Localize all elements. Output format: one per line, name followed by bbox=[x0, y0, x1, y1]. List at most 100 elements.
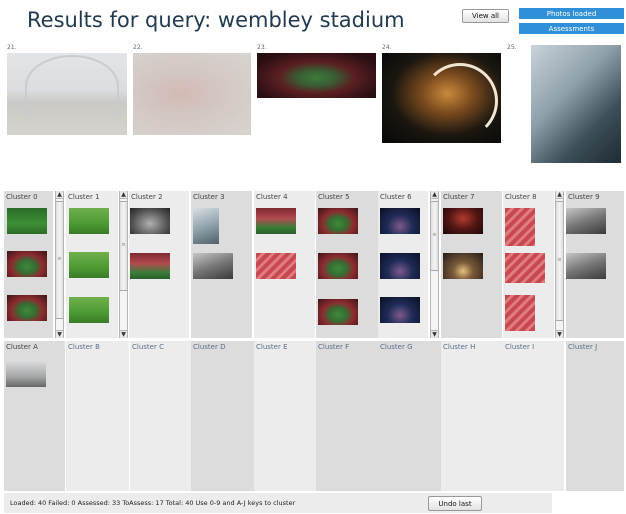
scroll-thumb[interactable]: ≡ bbox=[56, 201, 63, 319]
cluster-7[interactable]: Cluster 7 bbox=[441, 191, 502, 338]
page-title: Results for query: wembley stadium bbox=[27, 8, 405, 32]
cluster-photo[interactable] bbox=[7, 295, 47, 321]
cluster-label: Cluster G bbox=[380, 343, 413, 351]
cluster-1-scrollbar[interactable]: ▲ ≡ ▼ bbox=[119, 191, 128, 338]
cluster-4[interactable]: Cluster 4 bbox=[254, 191, 315, 338]
cluster-f[interactable]: Cluster F bbox=[316, 341, 378, 491]
cluster-photo[interactable] bbox=[380, 297, 420, 323]
cluster-5[interactable]: Cluster 5 bbox=[316, 191, 378, 338]
cluster-photo[interactable] bbox=[7, 208, 47, 234]
cluster-photo[interactable] bbox=[380, 253, 420, 279]
cluster-9[interactable]: Cluster 9 bbox=[566, 191, 624, 338]
cluster-c[interactable]: Cluster C bbox=[130, 341, 191, 491]
cluster-photo[interactable] bbox=[318, 253, 358, 279]
cluster-photo[interactable] bbox=[505, 295, 535, 331]
cluster-photo[interactable] bbox=[130, 208, 170, 234]
cluster-a[interactable]: Cluster A bbox=[4, 341, 65, 491]
result-number: 25. bbox=[507, 44, 517, 51]
result-number: 21. bbox=[7, 44, 17, 51]
cluster-h[interactable]: Cluster H bbox=[441, 341, 503, 491]
cluster-d[interactable]: Cluster D bbox=[191, 341, 254, 491]
scroll-up-arrow-icon[interactable]: ▲ bbox=[556, 191, 563, 199]
cluster-label: Cluster 3 bbox=[193, 193, 225, 201]
view-all-button[interactable]: View all bbox=[462, 9, 509, 23]
cluster-photo[interactable] bbox=[7, 251, 47, 277]
cluster-label: Cluster 4 bbox=[256, 193, 288, 201]
result-number: 23. bbox=[257, 44, 267, 51]
scroll-down-arrow-icon[interactable]: ▼ bbox=[120, 330, 127, 338]
cluster-photo[interactable] bbox=[6, 361, 46, 387]
cluster-e[interactable]: Cluster E bbox=[254, 341, 316, 491]
cluster-label: Cluster 1 bbox=[68, 193, 100, 201]
cluster-j[interactable]: Cluster J bbox=[566, 341, 624, 491]
cluster-photo[interactable] bbox=[256, 208, 296, 234]
undo-last-button[interactable]: Undo last bbox=[428, 496, 482, 511]
cluster-label: Cluster 0 bbox=[6, 193, 38, 201]
scroll-thumb[interactable]: ≡ bbox=[120, 201, 127, 291]
scroll-up-arrow-icon[interactable]: ▲ bbox=[431, 191, 438, 199]
result-photo[interactable] bbox=[257, 53, 376, 98]
status-text: Loaded: 40 Failed: 0 Assessed: 33 ToAsse… bbox=[10, 499, 296, 507]
cluster-photo[interactable] bbox=[193, 253, 233, 279]
cluster-6[interactable]: Cluster 6 bbox=[378, 191, 428, 338]
grip-icon: ≡ bbox=[432, 232, 437, 238]
result-photo[interactable] bbox=[7, 53, 127, 135]
cluster-label: Cluster 6 bbox=[380, 193, 412, 201]
cluster-0-scrollbar[interactable]: ▲ ≡ ▼ bbox=[55, 191, 64, 338]
cluster-i[interactable]: Cluster I bbox=[503, 341, 564, 491]
grip-icon: ≡ bbox=[57, 256, 62, 262]
cluster-label: Cluster H bbox=[443, 343, 476, 351]
cluster-photo[interactable] bbox=[318, 299, 358, 325]
grip-icon: ≡ bbox=[557, 257, 562, 263]
cluster-8-scrollbar[interactable]: ▲ ≡ ▼ bbox=[555, 191, 564, 338]
cluster-photo[interactable] bbox=[443, 208, 483, 234]
cluster-6-scrollbar[interactable]: ▲ ≡ ▼ bbox=[430, 191, 439, 338]
result-photo[interactable] bbox=[133, 53, 251, 135]
cluster-photo[interactable] bbox=[69, 297, 109, 323]
cluster-g[interactable]: Cluster G bbox=[378, 341, 441, 491]
cluster-2[interactable]: Cluster 2 bbox=[129, 191, 189, 338]
cluster-label: Cluster A bbox=[6, 343, 38, 351]
cluster-label: Cluster E bbox=[256, 343, 288, 351]
cluster-photo[interactable] bbox=[318, 208, 358, 234]
scroll-up-arrow-icon[interactable]: ▲ bbox=[120, 191, 127, 199]
scroll-down-arrow-icon[interactable]: ▼ bbox=[56, 330, 63, 338]
result-photo[interactable] bbox=[382, 53, 501, 143]
result-number: 24. bbox=[382, 44, 392, 51]
grip-icon: ≡ bbox=[121, 242, 126, 248]
cluster-photo[interactable] bbox=[505, 253, 545, 283]
scroll-down-arrow-icon[interactable]: ▼ bbox=[431, 330, 438, 338]
cluster-label: Cluster 5 bbox=[318, 193, 350, 201]
cluster-label: Cluster I bbox=[505, 343, 535, 351]
cluster-b[interactable]: Cluster B bbox=[66, 341, 129, 491]
cluster-label: Cluster 2 bbox=[131, 193, 163, 201]
scroll-down-arrow-icon[interactable]: ▼ bbox=[556, 330, 563, 338]
cluster-photo[interactable] bbox=[69, 208, 109, 234]
assessments-status: Assessments bbox=[519, 23, 624, 34]
cluster-photo[interactable] bbox=[443, 253, 483, 279]
cluster-label: Cluster C bbox=[132, 343, 164, 351]
result-number: 22. bbox=[133, 44, 143, 51]
photos-loaded-status: Photos loaded bbox=[519, 8, 624, 19]
cluster-photo[interactable] bbox=[193, 208, 219, 244]
result-photo[interactable] bbox=[531, 45, 621, 163]
scroll-up-arrow-icon[interactable]: ▲ bbox=[56, 191, 63, 199]
cluster-label: Cluster F bbox=[318, 343, 350, 351]
cluster-photo[interactable] bbox=[256, 253, 296, 279]
cluster-8[interactable]: Cluster 8 bbox=[503, 191, 554, 338]
cluster-photo[interactable] bbox=[566, 208, 606, 234]
cluster-photo[interactable] bbox=[505, 208, 535, 246]
scroll-thumb[interactable]: ≡ bbox=[556, 201, 563, 321]
scroll-thumb[interactable]: ≡ bbox=[431, 201, 438, 271]
cluster-photo[interactable] bbox=[69, 252, 109, 278]
cluster-label: Cluster 8 bbox=[505, 193, 537, 201]
cluster-photo[interactable] bbox=[130, 253, 170, 279]
cluster-photo[interactable] bbox=[380, 208, 420, 234]
cluster-3[interactable]: Cluster 3 bbox=[191, 191, 252, 338]
cluster-0[interactable]: Cluster 0 bbox=[4, 191, 53, 338]
cluster-label: Cluster D bbox=[193, 343, 226, 351]
cluster-label: Cluster 7 bbox=[443, 193, 475, 201]
cluster-label: Cluster J bbox=[568, 343, 598, 351]
cluster-1[interactable]: Cluster 1 bbox=[66, 191, 118, 338]
cluster-photo[interactable] bbox=[566, 253, 606, 279]
